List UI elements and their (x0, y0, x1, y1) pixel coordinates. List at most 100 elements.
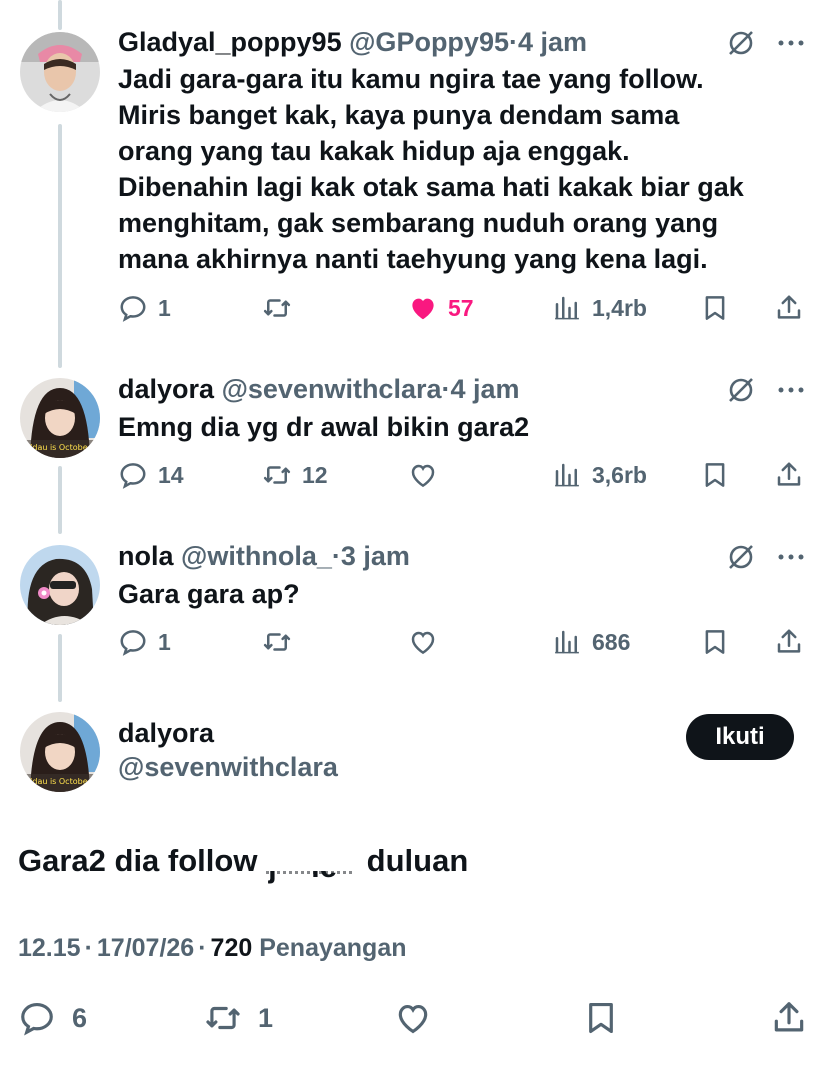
reply-header: Gladyal_poppy95 @GPoppy95·4 jam (118, 26, 587, 58)
reply-text: Jadi gara-gara itu kamu ngira tae yang f… (118, 61, 808, 277)
reply-button[interactable]: 1 (118, 622, 171, 662)
avatar[interactable]: Idau is Octobe (20, 712, 100, 792)
retweet-button[interactable] (262, 288, 302, 328)
bookmark-icon (705, 463, 725, 487)
thread-line (58, 0, 62, 30)
share-button[interactable] (774, 622, 804, 662)
author-handle[interactable]: @sevenwithclara (222, 374, 442, 404)
thread-line (58, 124, 62, 368)
heart-icon (398, 1005, 428, 1034)
author-handle[interactable]: @sevenwithclara (118, 752, 338, 783)
retweet-button[interactable] (262, 622, 302, 662)
share-icon (777, 629, 801, 653)
heart-icon (411, 631, 435, 655)
avatar[interactable]: Idau is Octobe (20, 378, 100, 458)
views-button[interactable]: 1,4rb (552, 288, 647, 328)
views-button[interactable]: 3,6rb (552, 455, 647, 495)
timestamp[interactable]: 4 jam (451, 374, 520, 404)
text-line: menghitam, gak sembarang nuduh orang yan… (118, 208, 719, 238)
reply-actions: 14 12 3,6rb (0, 455, 828, 495)
like-button[interactable] (394, 996, 442, 1040)
separator: · (508, 27, 518, 57)
views-button[interactable]: 686 (552, 622, 630, 662)
retweet-count: 1 (258, 1002, 274, 1033)
avatar[interactable] (20, 545, 100, 625)
reply-count: 14 (158, 461, 184, 488)
more-options-icon[interactable] (776, 542, 806, 572)
text-segment: duluan (358, 843, 469, 878)
reply-count: 6 (72, 1002, 88, 1033)
text-line: Gara gara ap? (118, 579, 300, 609)
text-line: Dibenahin lagi kak otak sama hati kakak … (118, 172, 744, 202)
svg-text:Idau is Octobe: Idau is Octobe (30, 443, 88, 452)
reply-button[interactable]: 6 (18, 996, 87, 1040)
bookmark-button[interactable] (700, 622, 730, 662)
reply-icon (120, 296, 146, 322)
heart-filled-icon (412, 298, 434, 320)
views-count: 720 (210, 934, 253, 962)
like-button[interactable]: 57 (408, 288, 474, 328)
reply-icon (120, 463, 146, 489)
separator: · (441, 374, 451, 404)
text-segment: Gara2 dia follow (18, 843, 267, 878)
grok-icon[interactable] (726, 28, 756, 58)
tweet-date[interactable]: 17/07/26 (97, 934, 194, 962)
views-count: 686 (592, 628, 631, 655)
views-label: Penayangan (259, 934, 407, 962)
share-button[interactable] (770, 996, 808, 1040)
more-options-icon[interactable] (776, 28, 806, 58)
timestamp[interactable]: 4 jam (518, 27, 587, 57)
bookmark-icon (589, 1002, 613, 1034)
retweet-icon (263, 633, 291, 651)
author-handle[interactable]: @withnola_ (181, 541, 332, 571)
author-name[interactable]: dalyora (118, 718, 214, 749)
retweet-count: 12 (302, 461, 328, 488)
author-handle[interactable]: @GPoppy95 (349, 27, 509, 57)
views-icon (555, 463, 579, 487)
retweet-icon (263, 299, 291, 317)
reply-header: nola @withnola_·3 jam (118, 540, 410, 572)
reply-actions: 1 57 1,4rb (0, 288, 828, 328)
text-line: Emng dia yg dr awal bikin gara2 (118, 412, 530, 442)
views-icon (555, 296, 579, 320)
share-button[interactable] (774, 288, 804, 328)
redacted-text: j ie (260, 845, 363, 884)
follow-button[interactable]: Ikuti (686, 714, 794, 760)
timestamp[interactable]: 3 jam (341, 541, 410, 571)
more-options-icon[interactable] (776, 375, 806, 405)
bookmark-button[interactable] (700, 455, 730, 495)
retweet-button[interactable]: 1 (204, 996, 273, 1040)
tweet-text: Gara2 dia follow j ie duluan (18, 840, 469, 884)
reply-button[interactable]: 14 (118, 455, 184, 495)
tweet-time[interactable]: 12.15 (18, 934, 81, 962)
share-icon (777, 462, 801, 486)
grok-icon[interactable] (726, 542, 756, 572)
author-name[interactable]: dalyora (118, 374, 214, 404)
like-button[interactable] (408, 455, 448, 495)
reply-icon (120, 630, 146, 656)
retweet-icon (263, 466, 291, 484)
retweet-button[interactable]: 12 (262, 455, 328, 495)
reply-header: dalyora @sevenwithclara·4 jam (118, 373, 520, 405)
share-button[interactable] (774, 455, 804, 495)
author-name[interactable]: nola (118, 541, 174, 571)
grok-icon[interactable] (726, 375, 756, 405)
reply-text: Gara gara ap? (118, 576, 808, 612)
tweet-actions: 6 1 (0, 996, 828, 1040)
separator: · (331, 541, 341, 571)
bookmark-button[interactable] (582, 996, 620, 1040)
like-button[interactable] (408, 622, 448, 662)
views-count: 3,6rb (592, 461, 647, 488)
reply-button[interactable]: 1 (118, 288, 171, 328)
bookmark-icon (705, 296, 725, 320)
separator: · (198, 934, 207, 962)
heart-icon (411, 464, 435, 488)
share-icon (777, 295, 801, 319)
reply-count: 1 (158, 294, 171, 321)
avatar[interactable] (20, 32, 100, 112)
like-count: 57 (448, 294, 474, 321)
bookmark-button[interactable] (700, 288, 730, 328)
reply-actions: 1 686 (0, 622, 828, 662)
author-name[interactable]: Gladyal_poppy95 (118, 27, 342, 57)
reply-icon (21, 1002, 53, 1036)
